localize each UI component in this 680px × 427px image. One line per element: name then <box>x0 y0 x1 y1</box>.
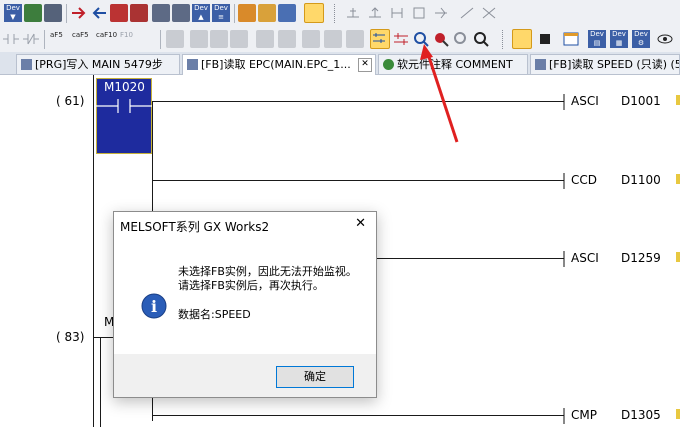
data-name-line: 数据名:SPEED <box>178 308 251 321</box>
message-dialog: MELSOFT系列 GX Works2 ✕ i 未选择FB实例，因此无法开始监视… <box>113 211 377 398</box>
svg-text:i: i <box>151 297 157 316</box>
dialog-title: MELSOFT系列 GX Works2 <box>120 220 270 234</box>
ok-button[interactable]: 确定 <box>276 366 354 388</box>
dialog-body: i 未选择FB实例，因此无法开始监视。 请选择FB实例后，再次执行。 数据名:S… <box>114 242 376 354</box>
close-icon[interactable]: ✕ <box>355 216 366 231</box>
dialog-footer: 确定 <box>114 354 376 397</box>
info-icon: i <box>141 293 167 319</box>
message-line: 请选择FB实例后，再次执行。 <box>178 279 324 292</box>
